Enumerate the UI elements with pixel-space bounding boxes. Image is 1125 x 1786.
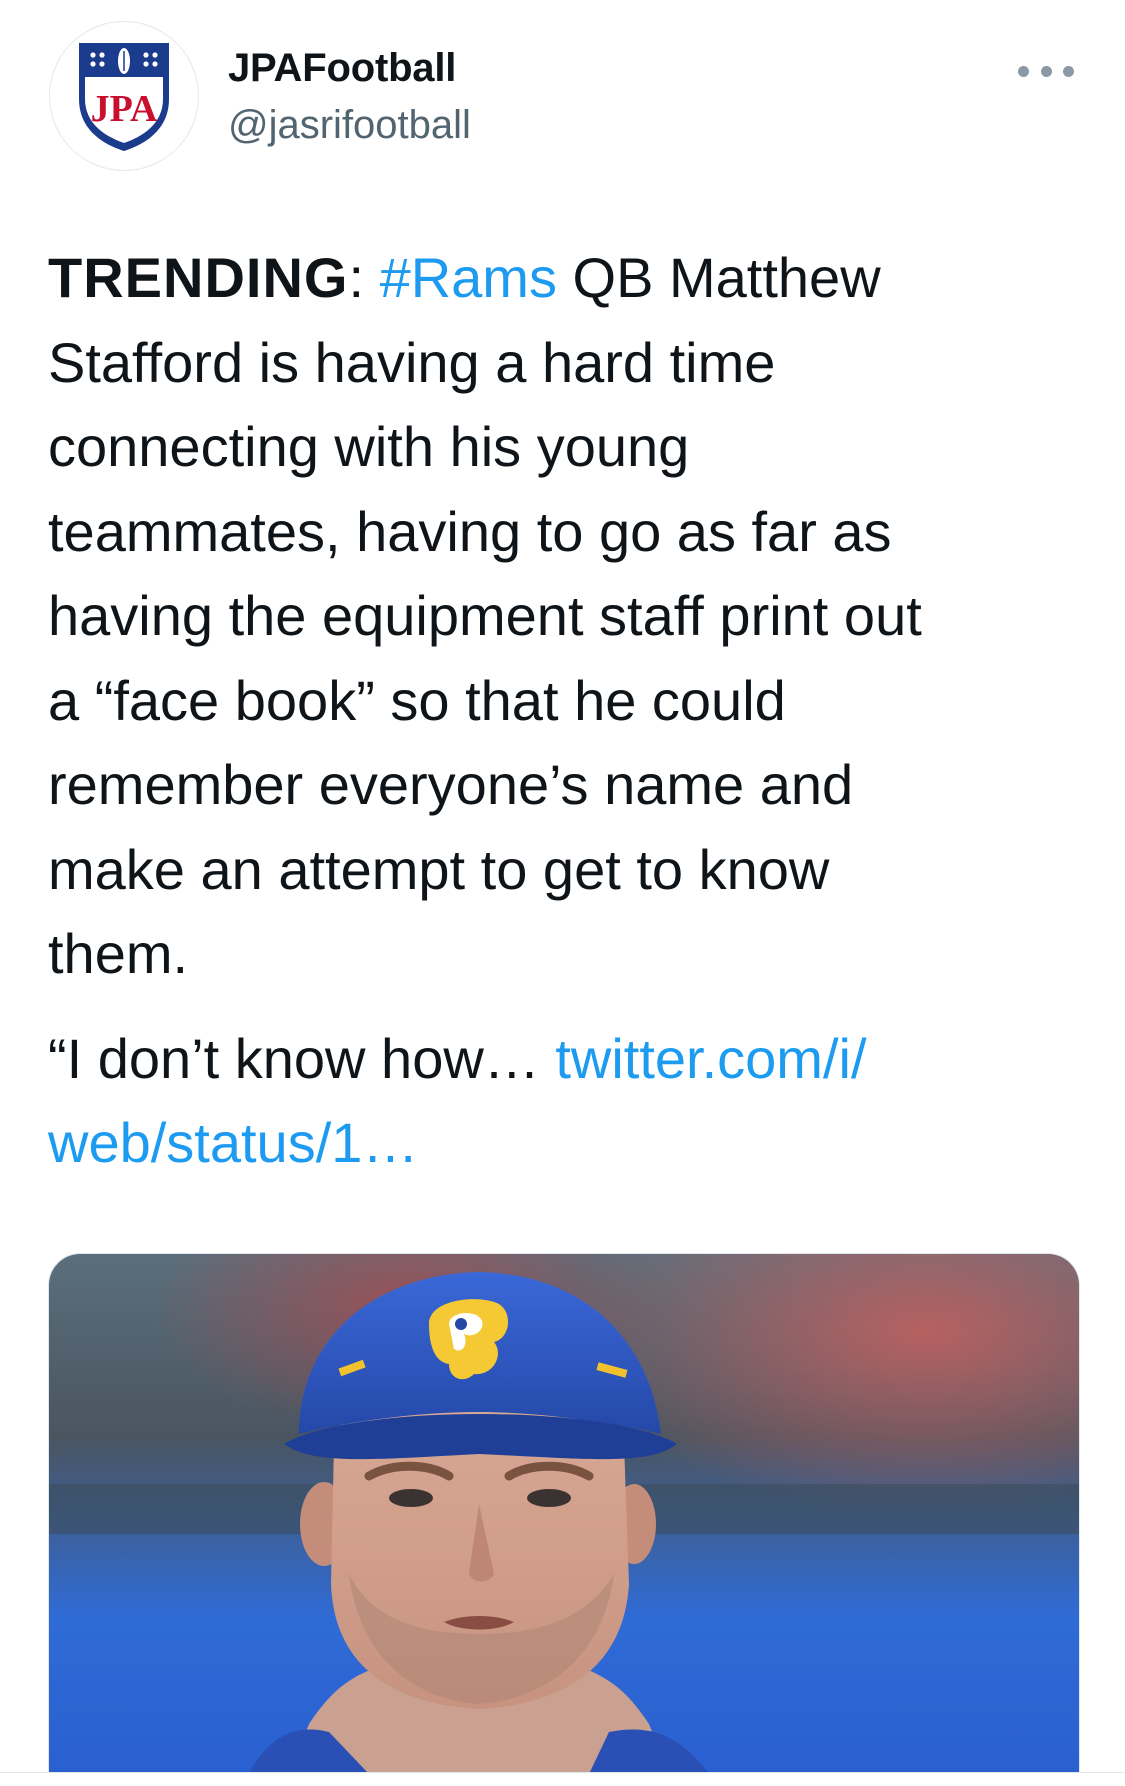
trending-label: TRENDING	[48, 246, 349, 309]
status-link-cont[interactable]: web/status/1…	[48, 1111, 418, 1174]
tweet-text: TRENDING: #Rams QB Matthew Stafford is h…	[48, 236, 1088, 1186]
more-options-icon[interactable]	[1018, 58, 1074, 84]
tweet-paragraph-quote: “I don’t know how… twitter.com/i/ web/st…	[48, 1017, 1088, 1186]
quote-start: “I don’t know how…	[48, 1026, 556, 1090]
status-link[interactable]: twitter.com/i/	[555, 1027, 866, 1090]
tweet-card: JPA JPAFootball @jasrifootball TRENDING:…	[0, 0, 1125, 1786]
avatar[interactable]: JPA	[49, 21, 199, 171]
tweet-line-4: teammates, having to go as far as	[48, 499, 892, 563]
tweet-line-1: QB Matthew	[556, 246, 881, 309]
tweet-line-3: connecting with his young	[48, 415, 690, 478]
player-photo-image	[49, 1254, 1079, 1773]
tweet-line-7: remember everyone’s name and	[48, 753, 854, 816]
user-handle[interactable]: @jasrifootball	[228, 103, 471, 148]
tweet-line-5: having the equipment staff print out	[48, 584, 922, 647]
jpa-shield-logo-icon: JPA	[79, 43, 169, 151]
more-dot	[1040, 65, 1052, 77]
tweet-line-9: them.	[48, 922, 189, 985]
tweet-media-photo[interactable]	[48, 1253, 1080, 1773]
avatar-logo-text: JPA	[91, 88, 158, 130]
tweet-line-2: Stafford is having a hard time	[48, 330, 776, 394]
label-colon: :	[348, 246, 380, 309]
more-dot	[1018, 65, 1029, 77]
display-name[interactable]: JPAFootball	[228, 46, 456, 91]
hashtag-link[interactable]: #Rams	[380, 246, 557, 309]
tweet-line-6: a “face book” so that he could	[48, 668, 786, 732]
tweet-line-8: make an attempt to get to know	[48, 837, 830, 901]
bottom-divider	[0, 1772, 1125, 1786]
tweet-paragraph-main: TRENDING: #Rams QB Matthew Stafford is h…	[48, 236, 1088, 997]
more-dot	[1063, 65, 1074, 77]
